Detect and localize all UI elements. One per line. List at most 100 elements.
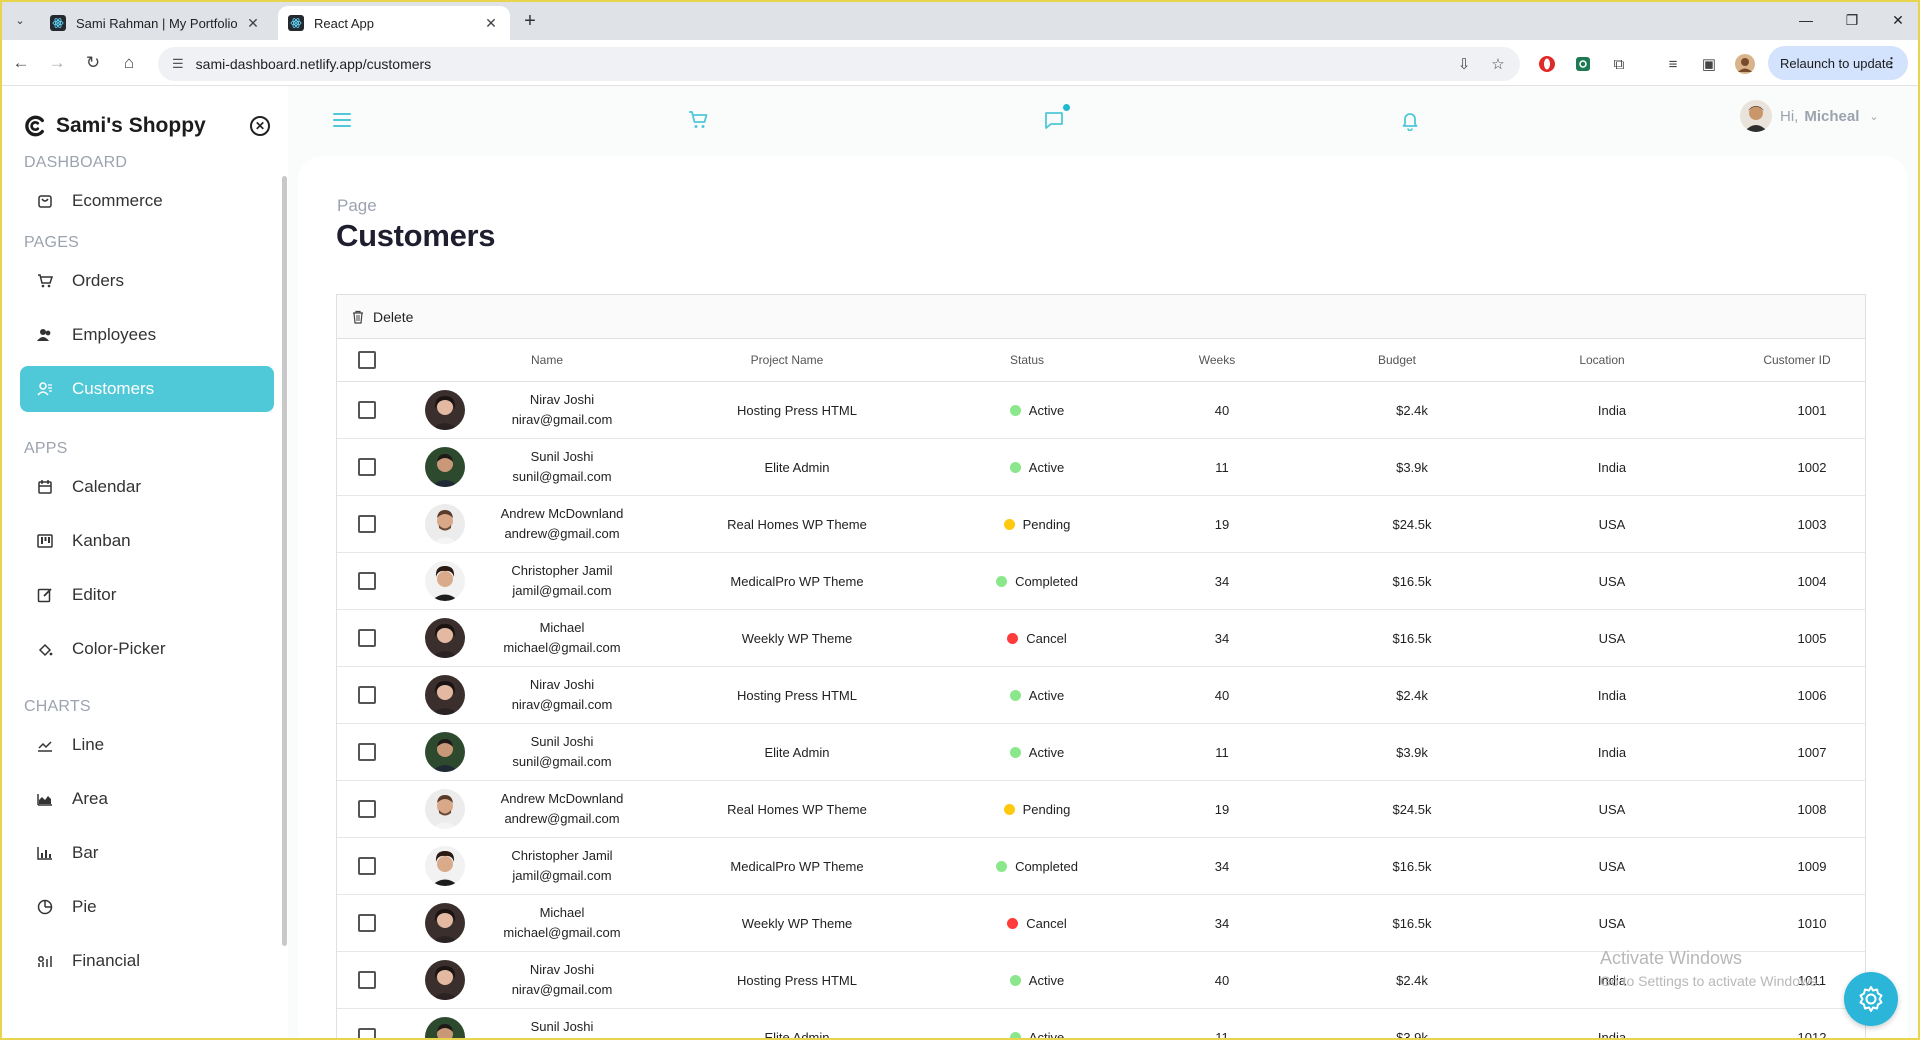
user-profile-button[interactable]: Hi, Micheal ⌄ (1740, 100, 1879, 132)
close-icon[interactable]: ✕ (244, 14, 262, 32)
sidebar-item-color-picker[interactable]: Color-Picker (20, 626, 274, 672)
sidebar-item-editor[interactable]: Editor (20, 572, 274, 618)
table-row[interactable]: Sunil Joshisunil@gmail.comElite AdminAct… (337, 1009, 1865, 1040)
section-title-apps: APPS (24, 440, 68, 457)
tab-search-button[interactable]: ⌄ (8, 8, 32, 32)
sidebar-item-employees[interactable]: Employees (20, 312, 274, 358)
sidebar-scrollbar[interactable] (282, 176, 287, 946)
row-checkbox-cell (337, 610, 397, 666)
browser-tab-portfolio[interactable]: Sami Rahman | My Portfolio ✕ (40, 6, 272, 40)
profile-avatar-icon[interactable] (1734, 53, 1756, 75)
sidebar-item-pie[interactable]: Pie (20, 884, 274, 930)
new-tab-button[interactable]: + (518, 9, 542, 33)
customers-icon (36, 380, 54, 398)
table-row[interactable]: Sunil Joshisunil@gmail.comElite AdminAct… (337, 724, 1865, 781)
menu-icon[interactable] (328, 106, 356, 134)
row-checkbox[interactable] (358, 629, 376, 647)
minimize-button[interactable]: — (1786, 8, 1826, 32)
brand-name: Sami's Shoppy (56, 114, 206, 137)
grid-header: Name Project Name Status Weeks Budget Lo… (337, 339, 1865, 382)
site-settings-icon[interactable]: ☰ (172, 56, 184, 72)
column-header-location[interactable]: Location (1547, 339, 1657, 381)
row-checkbox[interactable] (358, 572, 376, 590)
sidebar: Sami's Shoppy ✕ DASHBOARD Ecommerce PAGE… (0, 86, 288, 1040)
back-arrow-icon[interactable]: ← (8, 50, 34, 76)
row-checkbox[interactable] (358, 515, 376, 533)
relaunch-update-button[interactable]: Relaunch to update ⋮ (1768, 46, 1908, 80)
table-row[interactable]: Christopher Jamil jamil@gmail.com MedicalP… (337, 838, 1865, 895)
browser-tab-react-app[interactable]: React App ✕ (278, 6, 510, 40)
settings-button[interactable] (1844, 972, 1898, 1026)
row-checkbox[interactable] (358, 914, 376, 932)
weeks-cell: 40 (1214, 972, 1230, 988)
table-row[interactable]: Sunil Joshisunil@gmail.comElite AdminAct… (337, 439, 1865, 496)
column-header-status[interactable]: Status (947, 339, 1107, 381)
table-row[interactable]: Michael michael@gmail.com Weekly WP Theme C… (337, 895, 1865, 952)
more-menu-icon[interactable]: ⋮ (1885, 55, 1898, 71)
table-row[interactable]: Nirav Joshi nirav@gmail.com Hosting Press … (337, 667, 1865, 724)
opera-extension-icon[interactable] (1536, 53, 1558, 75)
sidebar-item-financial[interactable]: Financial (20, 938, 274, 984)
status-dot (996, 575, 1008, 587)
column-header-weeks[interactable]: Weeks (1177, 339, 1257, 381)
bookmark-star-icon[interactable]: ☆ (1488, 54, 1508, 74)
customer-email: jamil@gmail.com (512, 583, 612, 598)
sidebar-item-customers[interactable]: Customers (20, 366, 274, 412)
close-sidebar-icon[interactable]: ✕ (250, 116, 270, 136)
side-panel-icon[interactable]: ▣ (1698, 53, 1720, 75)
row-checkbox[interactable] (358, 686, 376, 704)
reload-icon[interactable]: ↻ (80, 50, 106, 76)
sidebar-item-line[interactable]: Line (20, 722, 274, 768)
restore-button[interactable]: ❐ (1832, 8, 1872, 32)
status-badge: Active (1028, 459, 1065, 475)
puzzle-extensions-icon[interactable]: ⧉ (1608, 53, 1630, 75)
table-row[interactable]: Christopher Jamil jamil@gmail.com MedicalP… (337, 553, 1865, 610)
forward-arrow-icon[interactable]: → (44, 50, 70, 76)
sidebar-item-orders[interactable]: Orders (20, 258, 274, 304)
row-checkbox[interactable] (358, 800, 376, 818)
address-bar[interactable]: ☰ sami-dashboard.netlify.app/customers (158, 47, 1520, 81)
sidebar-item-calendar[interactable]: Calendar (20, 464, 274, 510)
customer-name: Nirav Joshi (529, 962, 595, 977)
row-checkbox[interactable] (358, 971, 376, 989)
budget-cell: $3.9k (1396, 459, 1428, 475)
home-icon[interactable]: ⌂ (116, 50, 142, 76)
sidebar-item-kanban[interactable]: Kanban (20, 518, 274, 564)
delete-button[interactable]: Delete (351, 309, 413, 325)
table-row[interactable]: Andrew McDownland andrew@gmail.com Real Ho… (337, 781, 1865, 838)
status-cell: Cancel (947, 610, 1127, 666)
sidebar-item-ecommerce[interactable]: Ecommerce (20, 178, 274, 224)
media-queue-icon[interactable]: ≡ (1662, 53, 1684, 75)
column-header-budget[interactable]: Budget (1347, 339, 1447, 381)
status-badge: Active (1028, 972, 1065, 988)
bell-icon[interactable] (1396, 106, 1424, 134)
project-cell: Hosting Press HTML (737, 972, 857, 988)
row-checkbox-cell (337, 838, 397, 894)
customer-email: michael@gmail.com (503, 640, 621, 655)
calendar-icon (36, 478, 54, 496)
row-checkbox[interactable] (358, 401, 376, 419)
column-header-name[interactable]: Name (487, 339, 607, 381)
name-cell: Michael michael@gmail.com (487, 895, 637, 951)
brand-link[interactable]: Sami's Shoppy (24, 114, 206, 138)
row-checkbox[interactable] (358, 743, 376, 761)
sidebar-item-bar[interactable]: Bar (20, 830, 274, 876)
window-close-button[interactable]: ✕ (1878, 8, 1918, 32)
table-row[interactable]: Andrew McDownland andrew@gmail.com Real Ho… (337, 496, 1865, 553)
install-app-icon[interactable]: ⇩ (1454, 54, 1474, 74)
table-row[interactable]: Nirav Joshi nirav@gmail.com Hosting Press … (337, 382, 1865, 439)
close-icon[interactable]: ✕ (482, 14, 500, 32)
cart-icon[interactable] (684, 106, 712, 134)
row-checkbox[interactable] (358, 458, 376, 476)
extension-icon[interactable] (1572, 53, 1594, 75)
sidebar-item-area[interactable]: Area (20, 776, 274, 822)
column-header-project[interactable]: Project Name (677, 339, 897, 381)
budget-cell: $24.5k (1392, 801, 1432, 817)
avatar-cell (423, 496, 467, 552)
select-all-checkbox[interactable] (358, 351, 376, 369)
row-checkbox[interactable] (358, 1028, 376, 1040)
row-checkbox[interactable] (358, 857, 376, 875)
column-header-customer-id[interactable]: Customer ID (1737, 339, 1857, 381)
customer-name: Michael (539, 620, 585, 635)
table-row[interactable]: Michael michael@gmail.com Weekly WP Theme C… (337, 610, 1865, 667)
